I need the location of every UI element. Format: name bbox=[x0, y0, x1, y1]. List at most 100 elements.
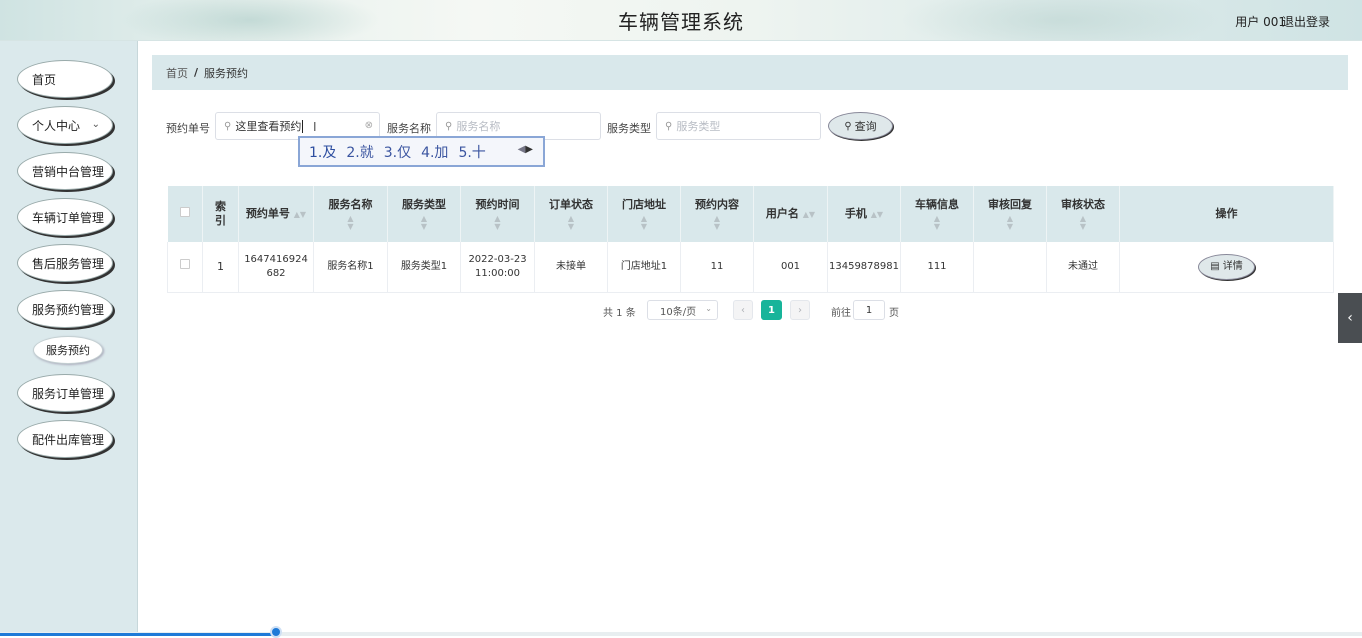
table-row: 1 1647416924682 服务名称1 服务类型1 2022-03-23 11… bbox=[167, 242, 1334, 293]
table-cell: 1647416924682 bbox=[238, 242, 314, 293]
sort-icon[interactable]: ▲▼ bbox=[461, 214, 534, 231]
sort-icon[interactable]: ▲▼ bbox=[388, 214, 460, 231]
column-header[interactable]: 手机 ▲▼ bbox=[827, 186, 901, 242]
sort-icon[interactable]: ▲▼ bbox=[314, 214, 387, 231]
column-header-label: 用户名 bbox=[765, 206, 799, 220]
select-all-checkbox[interactable] bbox=[179, 207, 190, 217]
column-header: 索引 bbox=[202, 186, 239, 242]
sidebar-item-parts-outbound[interactable]: 配件出库管理 bbox=[17, 420, 113, 458]
clear-icon[interactable]: ⊗ bbox=[365, 120, 373, 131]
ibeam-cursor-icon: Ⅰ bbox=[313, 120, 317, 134]
table-cell bbox=[973, 242, 1047, 293]
page-suffix: 页 bbox=[889, 308, 899, 319]
ime-candidate-popup: 1.及 2.就 3.仅 4.加 5.十 ◀▶ bbox=[298, 136, 545, 167]
service-type-placeholder: 服务类型 bbox=[676, 120, 721, 133]
top-header: 车辆管理系统 用户 001 退出登录 bbox=[0, 0, 1362, 41]
sort-icon[interactable]: ▲▼ bbox=[803, 210, 815, 219]
sort-icon[interactable]: ▲▼ bbox=[871, 210, 883, 219]
total-count: 共 1 条 bbox=[603, 308, 636, 319]
sidebar-item-marketing[interactable]: 营销中台管理 bbox=[17, 152, 113, 190]
sidebar-item-label: 首页 bbox=[32, 72, 57, 87]
goto-page-input[interactable]: 1 bbox=[853, 300, 885, 320]
sidebar-item-service-orders[interactable]: 服务订单管理 bbox=[17, 374, 113, 412]
row-select-cell[interactable] bbox=[167, 242, 203, 293]
breadcrumb-current: 服务预约 bbox=[204, 66, 249, 80]
sidebar-item-home[interactable]: 首页 bbox=[17, 60, 113, 98]
sidebar-item-label: 服务预约管理 bbox=[32, 302, 105, 317]
logout-button[interactable]: 退出登录 bbox=[1282, 13, 1330, 30]
column-header[interactable]: 预约内容 ▲ ▼ bbox=[680, 186, 754, 242]
search-button-label: 查询 bbox=[854, 120, 877, 133]
table-cell: 门店地址1 bbox=[607, 242, 681, 293]
sort-icon[interactable]: ▲▼ bbox=[294, 210, 306, 219]
sort-icon[interactable]: ▲▼ bbox=[974, 214, 1046, 231]
page-size-select[interactable]: 10条/页 ⌄ bbox=[647, 300, 718, 320]
column-header[interactable]: 预约单号 ▲▼ bbox=[238, 186, 314, 242]
text-caret bbox=[302, 119, 304, 133]
sidebar-item-label: 个人中心 bbox=[32, 118, 81, 133]
chevron-left-icon: ‹ bbox=[1347, 310, 1353, 326]
table-cell: 未通过 bbox=[1046, 242, 1120, 293]
column-header[interactable]: 审核状态 ▲ ▼ bbox=[1046, 186, 1120, 242]
sidebar-item-personal-center[interactable]: 个人中心 ⌄ bbox=[17, 106, 113, 144]
row-checkbox[interactable] bbox=[180, 259, 190, 270]
column-header[interactable]: 订单状态 ▲ ▼ bbox=[534, 186, 608, 242]
table-cell: 1 bbox=[202, 242, 239, 293]
select-all-header[interactable] bbox=[167, 186, 203, 242]
column-header-label: 预约内容 bbox=[695, 197, 739, 211]
booking-no-label: 预约单号 bbox=[166, 122, 210, 135]
page-size-value: 10条/页 bbox=[660, 306, 697, 318]
column-header[interactable]: 用户名 ▲▼ bbox=[753, 186, 828, 242]
search-button[interactable]: ⚲ 查询 bbox=[828, 112, 893, 140]
column-header[interactable]: 车辆信息 ▲ ▼ bbox=[900, 186, 974, 242]
column-header[interactable]: 服务名称 ▲ ▼ bbox=[313, 186, 388, 242]
sidebar-item-label: 服务预约 bbox=[46, 344, 90, 357]
ime-candidate[interactable]: 2.就 bbox=[346, 142, 373, 162]
table-cell: 服务名称1 bbox=[313, 242, 388, 293]
app-title: 车辆管理系统 bbox=[618, 10, 744, 34]
sidebar: 首页 个人中心 ⌄ 营销中台管理 车辆订单管理 售后服务管理 服务预约管理 服务… bbox=[0, 41, 138, 636]
side-panel-toggle[interactable]: ‹ bbox=[1338, 293, 1362, 343]
ime-page-arrows-icon[interactable]: ◀▶ bbox=[518, 144, 533, 155]
column-header[interactable]: 门店地址 ▲ ▼ bbox=[607, 186, 681, 242]
sidebar-item-label: 营销中台管理 bbox=[32, 164, 105, 179]
ime-candidate[interactable]: 1.及 bbox=[309, 142, 336, 162]
sidebar-subitem-service-booking[interactable]: 服务预约 bbox=[33, 336, 103, 364]
sort-icon[interactable]: ▲▼ bbox=[901, 214, 973, 231]
sidebar-item-vehicle-orders[interactable]: 车辆订单管理 bbox=[17, 198, 113, 236]
sort-icon[interactable]: ▲▼ bbox=[535, 214, 607, 231]
ime-candidate[interactable]: 5.十 bbox=[458, 142, 485, 162]
next-page-button[interactable]: › bbox=[790, 300, 810, 320]
column-header-label: 服务名称 bbox=[328, 197, 373, 211]
search-icon: ⚲ bbox=[844, 120, 852, 132]
sort-icon[interactable]: ▲▼ bbox=[681, 214, 753, 231]
search-icon: ⚲ bbox=[445, 120, 453, 132]
detail-button[interactable]: ▤ 详情 bbox=[1198, 253, 1255, 280]
prev-page-button[interactable]: ‹ bbox=[733, 300, 753, 320]
ime-candidate[interactable]: 3.仅 bbox=[384, 142, 411, 162]
breadcrumb-separator: / bbox=[194, 66, 199, 79]
table-cell: 111 bbox=[900, 242, 974, 293]
column-header[interactable]: 预约时间 ▲ ▼ bbox=[460, 186, 535, 242]
column-header-label: 手机 bbox=[844, 206, 867, 220]
sidebar-item-label: 售后服务管理 bbox=[32, 256, 105, 271]
page-number-current[interactable]: 1 bbox=[761, 300, 782, 320]
table-cell: 2022-03-23 11:00:00 bbox=[460, 242, 535, 293]
ime-candidate[interactable]: 4.加 bbox=[421, 142, 448, 162]
column-header[interactable]: 服务类型 ▲ ▼ bbox=[387, 186, 461, 242]
sidebar-item-service-booking-mgmt[interactable]: 服务预约管理 bbox=[17, 290, 113, 328]
breadcrumb-home[interactable]: 首页 bbox=[166, 65, 188, 81]
sort-icon[interactable]: ▲▼ bbox=[1047, 214, 1119, 231]
action-cell: ▤ 详情 bbox=[1119, 242, 1334, 293]
table-cell: 服务类型1 bbox=[387, 242, 461, 293]
sidebar-item-after-sales[interactable]: 售后服务管理 bbox=[17, 244, 113, 282]
booking-no-cell: 1647416924682 bbox=[244, 253, 308, 279]
sidebar-item-label: 车辆订单管理 bbox=[32, 210, 105, 225]
chevron-left-icon: ‹ bbox=[741, 304, 745, 316]
progress-knob[interactable] bbox=[270, 626, 282, 638]
sort-icon[interactable]: ▲▼ bbox=[608, 214, 680, 231]
column-header[interactable]: 审核回复 ▲ ▼ bbox=[973, 186, 1047, 242]
service-type-input[interactable]: ⚲ 服务类型 bbox=[656, 112, 821, 140]
column-header-label: 车辆信息 bbox=[915, 197, 959, 211]
column-header-label: 订单状态 bbox=[549, 197, 593, 211]
